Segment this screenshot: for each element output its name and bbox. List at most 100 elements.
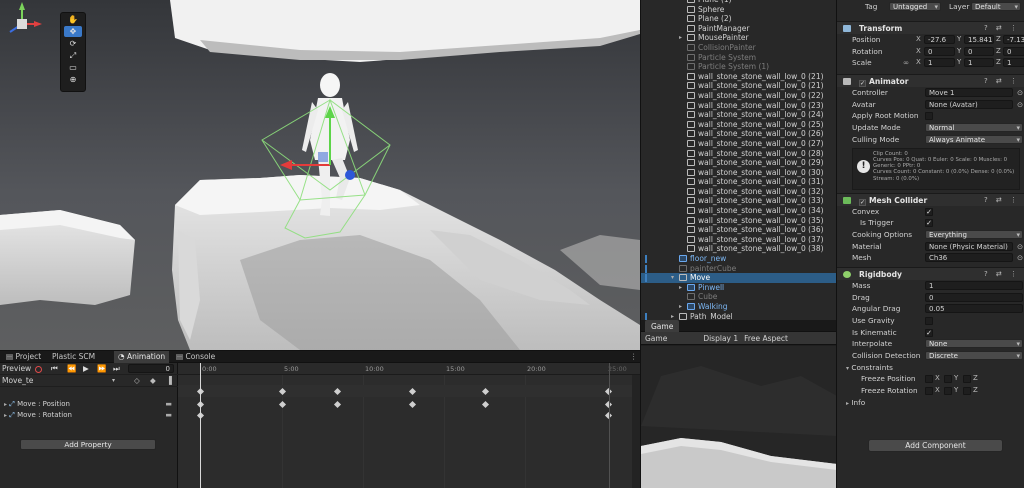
hierarchy-item[interactable]: Particle System (1) <box>641 62 836 72</box>
scale-y-field[interactable]: 1 <box>964 58 994 68</box>
last-key-icon[interactable]: ⏭ <box>113 363 120 375</box>
rotation-x-field[interactable]: 0 <box>924 46 955 56</box>
scene-view[interactable]: ✋ ✥ ⟳ ⤢ ▭ ⊕ <box>0 0 640 350</box>
hierarchy-item[interactable]: wall_stone_stone_wall_low_0 (24) <box>641 110 836 120</box>
transform-tool-icon[interactable]: ⊕ <box>64 74 82 85</box>
hierarchy-item[interactable]: wall_stone_stone_wall_low_0 (31) <box>641 177 836 187</box>
hierarchy-item[interactable]: wall_stone_stone_wall_low_0 (38) <box>641 244 836 254</box>
event-marker-icon[interactable]: ▐ <box>166 375 172 387</box>
scale-x-field[interactable]: 1 <box>924 58 955 68</box>
position-z-field[interactable]: -7.13 <box>1003 35 1024 44</box>
hierarchy-item[interactable]: wall_stone_stone_wall_low_0 (33) <box>641 196 836 206</box>
object-picker-icon[interactable]: ⊙ <box>1017 241 1023 253</box>
chevron-right-icon[interactable]: ▸ <box>679 302 682 312</box>
hierarchy-item[interactable]: wall_stone_stone_wall_low_0 (21) <box>641 72 836 82</box>
aspect-dropdown[interactable]: Free Aspect <box>744 334 788 343</box>
keyframe[interactable] <box>333 400 342 409</box>
hierarchy-item[interactable]: wall_stone_stone_wall_low_0 (37) <box>641 235 836 245</box>
orientation-gizmo-icon[interactable] <box>0 0 44 48</box>
hierarchy-item[interactable]: wall_stone_stone_wall_low_0 (29) <box>641 158 836 168</box>
position-x-field[interactable]: -27.6 <box>924 35 955 44</box>
use-gravity-checkbox[interactable] <box>925 317 933 325</box>
add-component-button[interactable]: Add Component <box>868 439 1003 452</box>
hierarchy-item[interactable]: wall_stone_stone_wall_low_0 (28) <box>641 149 836 159</box>
playhead[interactable] <box>200 363 201 488</box>
freeze-pos-x-checkbox[interactable] <box>925 375 933 384</box>
freeze-rot-x-checkbox[interactable] <box>925 387 933 396</box>
property-row-rotation[interactable]: ▸ ⤢ Move : Rotation ▬ <box>0 410 178 420</box>
rect-tool-icon[interactable]: ▭ <box>64 62 82 73</box>
position-y-field[interactable]: 15.841( <box>964 35 994 44</box>
clip-dropdown[interactable]: Move_te <box>2 375 33 387</box>
is-kinematic-checkbox[interactable]: ✓ <box>925 328 933 337</box>
scale-tool-icon[interactable]: ⤢ <box>64 50 82 61</box>
play-icon[interactable]: ▶ <box>83 363 89 375</box>
keyframe[interactable] <box>408 400 417 409</box>
first-key-icon[interactable]: ⏮ <box>51 363 58 375</box>
hierarchy-item[interactable]: CollisionPainter <box>641 43 836 53</box>
add-property-button[interactable]: Add Property <box>20 439 156 450</box>
hierarchy-item[interactable]: wall_stone_stone_wall_low_0 (21) <box>641 81 836 91</box>
layer-dropdown[interactable]: Default <box>971 2 1021 11</box>
tab-console[interactable]: ▤ Console <box>172 351 219 363</box>
property-menu-icon[interactable]: ▬ <box>165 399 172 409</box>
record-button-icon[interactable] <box>35 366 42 373</box>
chevron-right-icon[interactable]: ▸ <box>679 283 682 293</box>
animator-enabled-checkbox[interactable]: ✓ <box>859 80 866 88</box>
property-row-position[interactable]: ▸ ⤢ Move : Position ▬ <box>0 399 178 409</box>
hand-tool-icon[interactable]: ✋ <box>64 14 82 25</box>
frame-field[interactable]: 0 <box>128 364 174 373</box>
freeze-rot-y-checkbox[interactable] <box>944 387 952 396</box>
update-mode-dropdown[interactable]: Normal <box>925 123 1023 133</box>
cooking-dropdown[interactable]: Everything <box>925 229 1023 239</box>
hierarchy-item[interactable]: ▾ Move <box>641 273 836 283</box>
keyframe[interactable] <box>333 387 342 396</box>
dopesheet[interactable]: 0:00 5:00 10:00 15:00 20:00 25:00 <box>178 363 640 488</box>
property-menu-icon[interactable]: ▬ <box>165 410 172 420</box>
object-picker-icon[interactable]: ⊙ <box>1017 99 1023 111</box>
trigger-checkbox[interactable]: ✓ <box>925 219 933 228</box>
drag-field[interactable]: 0 <box>925 292 1023 302</box>
mesh-field[interactable]: Ch36 <box>925 253 1013 263</box>
interpolate-dropdown[interactable]: None <box>925 339 1023 349</box>
freeze-pos-y-checkbox[interactable] <box>944 375 952 384</box>
mesh-collider-enabled-checkbox[interactable]: ✓ <box>859 198 866 206</box>
convex-checkbox[interactable]: ✓ <box>925 207 933 216</box>
scale-z-field[interactable]: 1 <box>1003 58 1024 68</box>
material-field[interactable]: None (Physic Material) <box>925 241 1013 251</box>
hierarchy-item[interactable]: wall_stone_stone_wall_low_0 (30) <box>641 168 836 178</box>
info-foldout-row[interactable]: ▸ Info <box>837 397 1024 409</box>
hierarchy-item[interactable]: PaintManager <box>641 24 836 34</box>
hierarchy-item[interactable]: Particle System <box>641 53 836 63</box>
root-motion-checkbox[interactable] <box>925 112 933 121</box>
hierarchy-item[interactable]: ▸ Walking <box>641 302 836 312</box>
panel-menu-icon[interactable]: ⋮ <box>626 351 642 363</box>
game-canvas[interactable] <box>641 346 837 488</box>
rotation-z-field[interactable]: 0 <box>1003 46 1024 56</box>
keyframe[interactable] <box>278 387 287 396</box>
timeline-ruler[interactable]: 0:00 5:00 10:00 15:00 20:00 25:00 <box>178 363 640 375</box>
keyframe[interactable] <box>481 400 490 409</box>
display-dropdown[interactable]: Display 1 <box>703 334 738 343</box>
chevron-down-icon[interactable]: ▾ <box>671 273 674 283</box>
clip-dropdown-arrow-icon[interactable]: ▾ <box>112 375 115 387</box>
hierarchy-item[interactable]: wall_stone_stone_wall_low_0 (27) <box>641 139 836 149</box>
next-key-icon[interactable]: ⏩ <box>97 363 106 375</box>
hierarchy-item[interactable]: floor_new <box>641 254 836 264</box>
rigidbody-header[interactable]: Rigidbody ? ⇄ ⋮ <box>837 266 1024 280</box>
keyframe[interactable] <box>481 387 490 396</box>
tab-animation[interactable]: ◔ Animation <box>114 351 170 363</box>
game-mode-dropdown[interactable]: Game <box>645 334 667 343</box>
hierarchy-item[interactable]: wall_stone_stone_wall_low_0 (34) <box>641 206 836 216</box>
tab-game[interactable]: Game <box>645 319 680 332</box>
tab-plastic-scm[interactable]: Plastic SCM <box>48 351 99 363</box>
constraints-row[interactable]: ▾ Constraints <box>837 362 1024 374</box>
object-picker-icon[interactable]: ⊙ <box>1017 87 1023 99</box>
mass-field[interactable]: 1 <box>925 280 1023 290</box>
hierarchy-item[interactable]: wall_stone_stone_wall_low_0 (25) <box>641 120 836 130</box>
hierarchy-item[interactable]: wall_stone_stone_wall_low_0 (36) <box>641 225 836 235</box>
hierarchy-item[interactable]: wall_stone_stone_wall_low_0 (22) <box>641 91 836 101</box>
freeze-pos-z-checkbox[interactable] <box>963 375 971 384</box>
avatar-field[interactable]: None (Avatar) <box>925 99 1013 109</box>
object-picker-icon[interactable]: ⊙ <box>1017 252 1023 264</box>
